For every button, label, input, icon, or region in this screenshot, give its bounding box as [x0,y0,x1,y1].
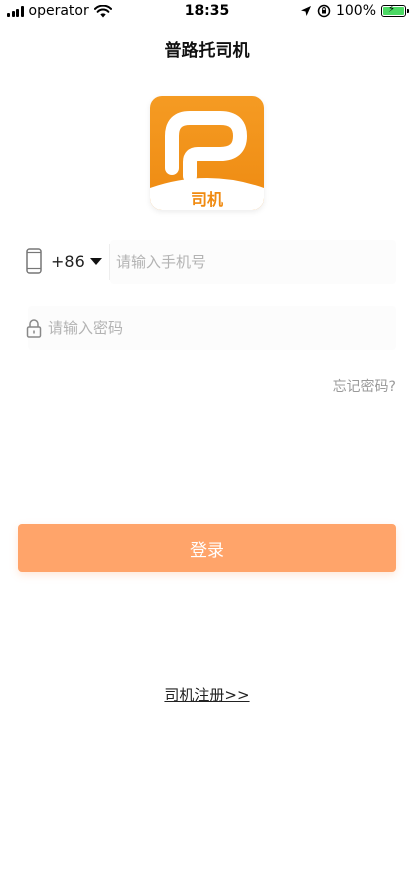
logo-label: 司机 [190,190,223,209]
country-code-label: +86 [51,252,85,271]
country-code-select[interactable]: +86 [51,252,102,271]
password-input[interactable] [48,312,378,344]
phone-field: +86 [18,240,396,284]
battery-icon: ⚡ [381,4,409,17]
phone-input[interactable] [116,246,386,278]
login-button[interactable]: 登录 [18,524,396,572]
phone-icon [26,248,42,274]
forgot-password-link[interactable]: 忘记密码? [333,376,396,396]
status-bar: operator 18:35 100% ⚡ [0,0,414,24]
page-title: 普路托司机 [164,41,250,61]
location-arrow-icon [300,6,311,16]
password-field [18,306,396,350]
app-logo: 司机 [150,96,264,210]
caret-down-icon [89,258,102,265]
register-link[interactable]: 司机注册>> [0,684,414,705]
field-divider [109,244,110,280]
lock-icon [26,319,42,338]
orientation-lock-icon [317,4,331,18]
battery-percent: 100% [335,3,376,19]
